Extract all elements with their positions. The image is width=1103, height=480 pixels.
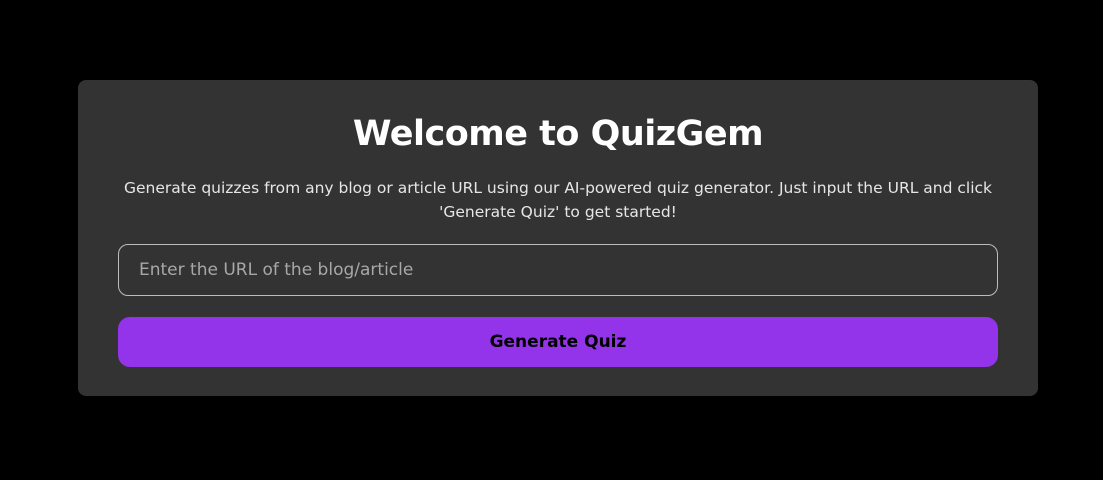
generate-quiz-button[interactable]: Generate Quiz [118,317,998,367]
page-title: Welcome to QuizGem [352,114,764,154]
url-input[interactable] [118,244,998,296]
quiz-generator-card: Welcome to QuizGem Generate quizzes from… [78,80,1038,396]
page-description: Generate quizzes from any blog or articl… [124,179,992,221]
